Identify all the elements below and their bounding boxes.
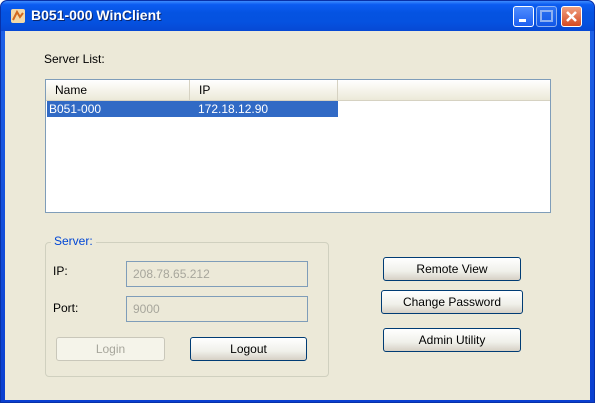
remote-view-button[interactable]: Remote View	[383, 257, 521, 281]
close-icon	[566, 11, 577, 22]
window-title: B051-000 WinClient	[31, 7, 161, 23]
app-icon	[11, 9, 25, 23]
port-label: Port:	[53, 301, 79, 315]
logout-button[interactable]: Logout	[190, 337, 307, 361]
column-header-name[interactable]: Name	[46, 80, 190, 100]
server-ip-cell: 172.18.12.90	[198, 102, 269, 116]
admin-utility-button[interactable]: Admin Utility	[383, 328, 521, 352]
port-field[interactable]: 9000	[126, 296, 308, 322]
server-list[interactable]: Name IP B051-000 172.18.12.90	[45, 79, 551, 213]
ip-label: IP:	[53, 264, 68, 278]
client-area: Server List: Name IP B051-000 172.18.12.…	[5, 31, 590, 400]
server-group-label: Server:	[51, 234, 96, 248]
maximize-icon	[540, 10, 553, 22]
column-header-ip[interactable]: IP	[190, 80, 338, 100]
change-password-button[interactable]: Change Password	[381, 290, 523, 314]
login-button[interactable]: Login	[56, 337, 165, 361]
maximize-button[interactable]	[536, 6, 557, 27]
minimize-button[interactable]	[513, 6, 534, 27]
close-button[interactable]	[561, 6, 582, 27]
app-window: B051-000 WinClient Server List: Name IP …	[0, 0, 595, 403]
title-bar[interactable]: B051-000 WinClient	[1, 1, 594, 31]
server-name-cell: B051-000	[49, 102, 102, 116]
ip-field[interactable]: 208.78.65.212	[126, 261, 308, 287]
server-row[interactable]: B051-000 172.18.12.90	[47, 101, 338, 117]
list-header: Name IP	[46, 80, 550, 101]
server-list-label: Server List:	[44, 52, 105, 66]
minimize-icon	[519, 19, 526, 22]
